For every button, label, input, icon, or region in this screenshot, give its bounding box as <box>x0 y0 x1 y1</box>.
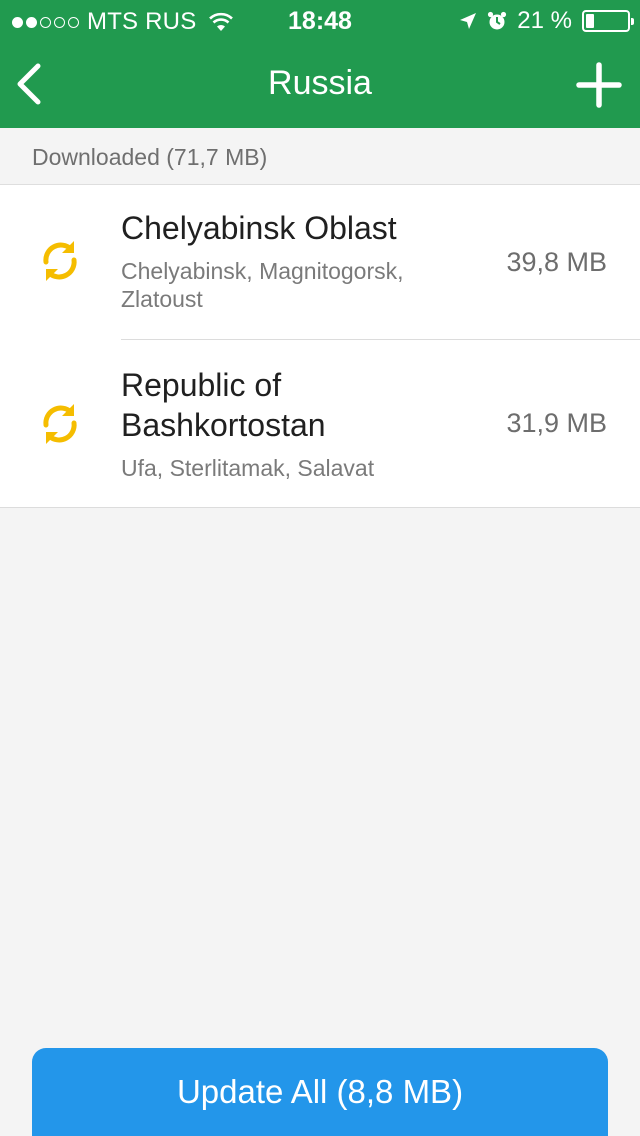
battery-icon <box>582 10 634 32</box>
section-header: Downloaded (71,7 MB) <box>0 128 640 185</box>
refresh-icon[interactable] <box>38 398 82 450</box>
list-item[interactable]: Republic of Bashkortostan Ufa, Sterlitam… <box>0 340 640 507</box>
item-size: 31,9 MB <box>506 408 607 438</box>
item-size: 39,8 MB <box>506 247 607 277</box>
refresh-icon[interactable] <box>38 235 82 287</box>
update-all-button[interactable]: Update All (8,8 MB) <box>32 1048 608 1136</box>
navigation-bar: Russia <box>0 40 640 128</box>
location-arrow-icon <box>460 13 477 29</box>
item-title: Chelyabinsk Oblast <box>121 210 397 246</box>
section-header-label: Downloaded (71,7 MB) <box>32 144 268 170</box>
alarm-icon <box>488 11 507 30</box>
item-subtitle: Chelyabinsk, Magnitogorsk, Zlatoust <box>121 258 404 312</box>
page-title: Russia <box>268 64 372 102</box>
header-bar: MTS RUS 18:48 21 % Russia <box>0 0 640 128</box>
list-item[interactable]: Chelyabinsk Oblast Chelyabinsk, Magnitog… <box>0 185 640 340</box>
battery-percent: 21 % <box>517 7 572 34</box>
status-bar: MTS RUS 18:48 21 % <box>0 0 640 40</box>
item-subtitle: Ufa, Sterlitamak, Salavat <box>121 455 375 481</box>
plus-icon[interactable] <box>576 62 622 108</box>
item-title: Republic of Bashkortostan <box>121 367 326 443</box>
